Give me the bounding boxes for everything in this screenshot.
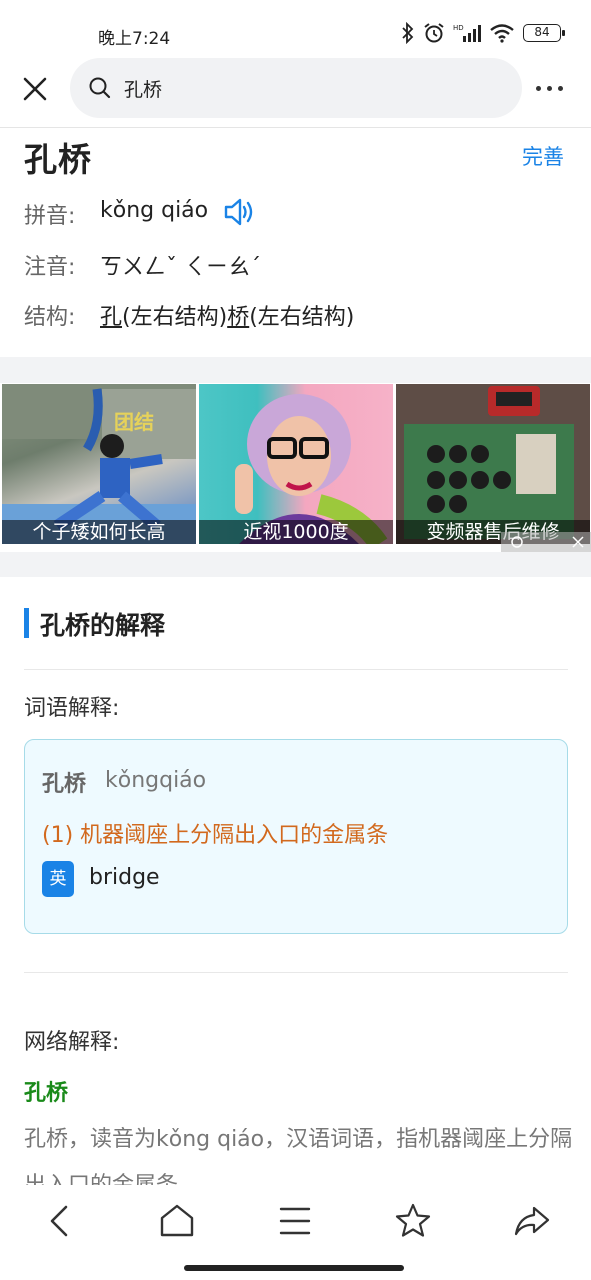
net-text: 孔桥，读音为kǒng qiáo，汉语词语，指机器阈座上分隔出入口的金属条。 [24, 1127, 573, 1185]
definition-card: 孔桥 kǒngqiáo (1) 机器阈座上分隔出入口的金属条 英 bridge [24, 739, 568, 934]
section-title: 孔桥的解释 [40, 611, 166, 640]
home-icon[interactable] [157, 1201, 197, 1241]
ad-image-card[interactable]: 变频器售后维修 [396, 384, 590, 544]
back-icon[interactable] [40, 1201, 80, 1241]
more-options-icon[interactable] [536, 76, 570, 100]
net-word: 孔桥 [24, 1081, 69, 1106]
edit-link[interactable]: 完善 [522, 141, 564, 171]
home-indicator[interactable] [184, 1265, 404, 1271]
structure-char-link[interactable]: 桥 [227, 305, 249, 330]
star-icon[interactable] [393, 1201, 433, 1241]
pinyin-value: kǒng qiáo [100, 198, 209, 223]
wifi-icon [490, 24, 514, 43]
status-time: 晚上7:24 [98, 29, 171, 49]
header-divider [0, 127, 591, 128]
ad-image-card[interactable]: 近视1000度 [199, 384, 393, 544]
search-bar[interactable] [70, 58, 522, 118]
structure-char-link[interactable]: 孔 [100, 305, 122, 330]
definition-meaning: (1) 机器阈座上分隔出入口的金属条 [42, 823, 389, 848]
zhuyin-label: 注音: [24, 255, 76, 280]
close-icon[interactable] [20, 72, 50, 106]
search-input[interactable] [124, 77, 484, 99]
speaker-icon[interactable] [222, 196, 256, 228]
ad-caption: 近视1000度 [199, 520, 393, 544]
english-badge: 英 [42, 861, 74, 897]
status-icons: HD 84 [401, 22, 565, 44]
ad-close-icon[interactable] [501, 532, 591, 552]
section-gap [0, 357, 591, 383]
structure-value: 孔(左右结构)桥(左右结构) [100, 299, 354, 331]
ad-caption: 个子矮如何长高 [2, 520, 196, 544]
divider [24, 972, 568, 973]
section-accent-bar [24, 608, 29, 638]
signal-icon: HD [453, 24, 481, 42]
search-icon [89, 77, 111, 99]
svg-text:团结: 团结 [114, 410, 154, 434]
alarm-icon [424, 23, 444, 43]
ad-badge[interactable] [501, 532, 591, 552]
bluetooth-icon [402, 22, 414, 44]
structure-type: (左右结构) [249, 305, 355, 330]
battery-indicator: 84 [523, 24, 565, 42]
structure-label: 结构: [24, 305, 76, 330]
bottom-nav [0, 1185, 591, 1280]
definition-word: 孔桥 [42, 772, 87, 797]
share-icon[interactable] [512, 1201, 552, 1241]
structure-type: (左右结构) [122, 305, 228, 330]
section-gap [0, 552, 591, 577]
status-bar: 晚上7:24 HD 84 [0, 0, 591, 60]
definition-label: 词语解释: [24, 696, 120, 721]
definition-pinyin: kǒngqiáo [105, 768, 207, 793]
svg-text:HD: HD [453, 24, 464, 32]
word-title: 孔桥 [24, 140, 92, 179]
english-translation: bridge [89, 865, 160, 890]
divider [24, 669, 568, 670]
menu-icon[interactable] [275, 1201, 315, 1241]
ad-image-card[interactable]: 团结 个子矮如何长高 [2, 384, 196, 544]
net-label: 网络解释: [24, 1030, 120, 1055]
zhuyin-value: ㄎㄨㄥˇ ㄑㄧㄠˊ [100, 255, 261, 280]
pinyin-label: 拼音: [24, 204, 76, 229]
